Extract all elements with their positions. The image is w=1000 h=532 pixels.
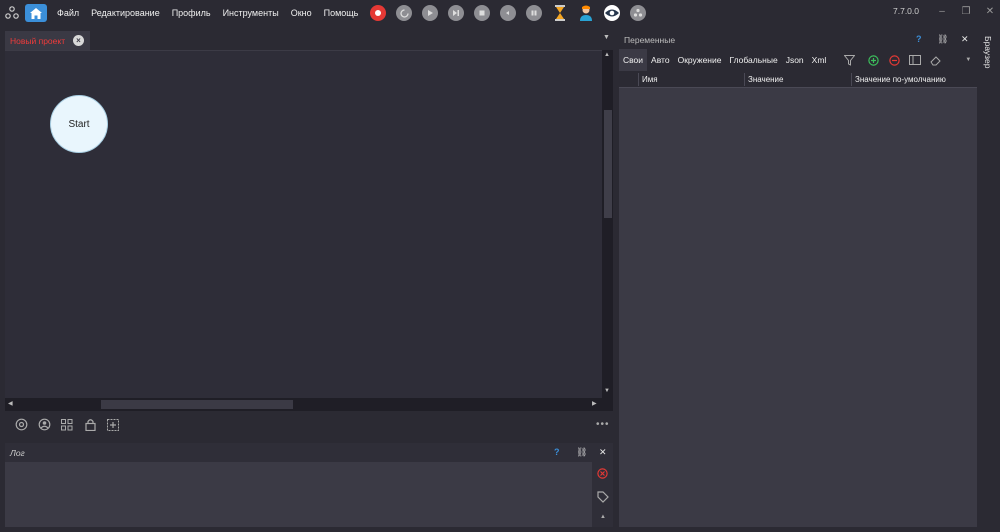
variables-close-icon[interactable]: ✕: [961, 34, 969, 45]
column-separator: [851, 73, 852, 86]
minimize-icon[interactable]: –: [936, 5, 948, 17]
horizontal-scroll-thumb[interactable]: [101, 400, 293, 409]
browser-dock-tab[interactable]: Браузер: [983, 36, 993, 68]
start-node[interactable]: Start: [50, 95, 108, 153]
column-name[interactable]: Имя: [642, 75, 658, 84]
profile-icon[interactable]: [37, 418, 51, 432]
vertical-scrollbar[interactable]: ▲ ▼: [602, 50, 613, 398]
horizontal-scrollbar[interactable]: ◀ ▶: [5, 398, 602, 411]
scroll-up-icon[interactable]: ▲: [604, 52, 610, 58]
variables-tabs: Свои Авто Окружение Глобальные Json Xml …: [619, 49, 977, 71]
log-panel: Лог ? ⛓ ✕ ▲: [5, 443, 613, 527]
menu-tools[interactable]: Инструменты: [217, 0, 285, 26]
user-icon[interactable]: [578, 5, 594, 21]
tab-auto[interactable]: Авто: [647, 49, 674, 71]
eye-icon[interactable]: [604, 5, 621, 21]
menu-file[interactable]: Файл: [51, 0, 85, 26]
menu-edit[interactable]: Редактирование: [85, 0, 166, 26]
clear-log-icon[interactable]: [597, 468, 608, 481]
log-help-button[interactable]: ?: [554, 447, 560, 457]
scroll-down-icon[interactable]: ▼: [604, 388, 610, 394]
top-bar: Файл Редактирование Профиль Инструменты …: [0, 0, 1000, 26]
variables-help-button[interactable]: ?: [916, 34, 922, 44]
chevron-down-icon[interactable]: ▼: [603, 34, 610, 41]
fit-view-icon[interactable]: [106, 418, 120, 432]
record-icon[interactable]: [370, 5, 387, 21]
project-canvas[interactable]: Start: [5, 50, 602, 398]
play-icon[interactable]: [422, 5, 439, 21]
tab-title: Новый проект: [10, 35, 66, 46]
log-title: Лог: [10, 448, 25, 458]
hourglass-icon[interactable]: [552, 5, 568, 21]
variables-header: Переменные ? ⛓ ✕: [619, 30, 977, 49]
restart-icon[interactable]: [396, 5, 413, 21]
variables-title: Переменные: [624, 35, 676, 45]
eraser-icon[interactable]: [929, 53, 943, 67]
variables-panel: Переменные ? ⛓ ✕ Свои Авто Окружение Гло…: [619, 30, 977, 527]
close-tab-icon[interactable]: ×: [73, 35, 84, 46]
column-default-value[interactable]: Значение по-умолчанию: [855, 75, 946, 84]
document-tabbar: Новый проект × ▼: [5, 30, 613, 50]
stop-icon[interactable]: [474, 5, 491, 21]
home-button[interactable]: [25, 4, 47, 22]
tab-global[interactable]: Глобальные: [725, 49, 781, 71]
tab-own[interactable]: Свои: [619, 49, 648, 71]
main-menu: Файл Редактирование Профиль Инструменты …: [51, 0, 364, 26]
tab-new-project[interactable]: Новый проект ×: [5, 31, 90, 50]
restore-icon[interactable]: ❐: [960, 5, 972, 17]
menu-window[interactable]: Окно: [285, 0, 318, 26]
log-header: Лог ? ⛓ ✕: [5, 443, 613, 462]
tab-xml[interactable]: Xml: [808, 49, 831, 71]
menu-profile[interactable]: Профиль: [166, 0, 217, 26]
run-toolbar: [370, 5, 656, 21]
add-variable-icon[interactable]: [866, 53, 880, 67]
settings-icon[interactable]: [14, 418, 28, 432]
scroll-up-icon[interactable]: ▲: [600, 514, 606, 520]
more-icon[interactable]: •••: [596, 419, 610, 430]
step-icon[interactable]: [448, 5, 465, 21]
home-icon: [30, 7, 42, 19]
tab-json[interactable]: Json: [782, 49, 808, 71]
chevron-down-icon[interactable]: ▼: [965, 57, 971, 63]
network-icon[interactable]: [630, 5, 647, 21]
variables-table-header: Имя Значение Значение по-умолчанию: [619, 71, 977, 88]
lock-icon[interactable]: [83, 418, 97, 432]
undo-icon[interactable]: [500, 5, 517, 21]
grid-icon[interactable]: [60, 418, 74, 432]
scroll-left-icon[interactable]: ◀: [8, 400, 13, 407]
pause-icon[interactable]: [526, 5, 543, 21]
version-label: 7.7.0.0: [893, 6, 919, 16]
remove-variable-icon[interactable]: [887, 53, 901, 67]
start-node-label: Start: [68, 118, 90, 130]
tab-environment[interactable]: Окружение: [674, 49, 726, 71]
variables-pin-icon[interactable]: ⛓: [937, 34, 948, 45]
column-separator: [638, 73, 639, 86]
menu-help[interactable]: Помощь: [318, 0, 365, 26]
column-separator: [744, 73, 745, 86]
scroll-right-icon[interactable]: ▶: [592, 400, 597, 407]
app-logo-icon[interactable]: [2, 0, 22, 26]
column-value[interactable]: Значение: [748, 75, 783, 84]
filter-icon[interactable]: [842, 53, 856, 67]
log-sidebar: ▲: [592, 462, 613, 527]
scroll-corner: [602, 398, 613, 411]
columns-icon[interactable]: [908, 53, 922, 67]
tag-icon[interactable]: [597, 491, 609, 505]
vertical-scroll-thumb[interactable]: [604, 110, 612, 218]
close-icon[interactable]: ✕: [984, 5, 996, 17]
editor-footer: •••: [5, 411, 613, 438]
log-pin-icon[interactable]: ⛓: [576, 447, 587, 458]
log-close-icon[interactable]: ✕: [599, 447, 607, 458]
right-dock-strip: Браузер: [978, 26, 1000, 532]
